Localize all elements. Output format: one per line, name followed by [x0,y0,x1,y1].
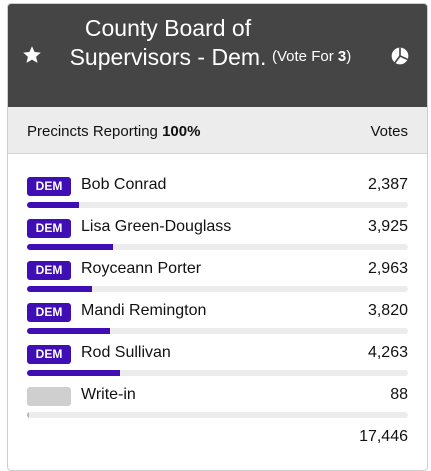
candidate-name: Mandi Remington [81,302,207,319]
vote-for-suffix: ) [346,48,352,65]
vote-count: 3,925 [367,218,408,235]
party-badge [27,387,71,406]
star-icon[interactable] [22,45,42,65]
candidate-row: DEM Mandi Remington 3,820 [8,280,427,334]
party-badge: DEM [27,261,71,280]
party-badge: DEM [27,303,71,322]
precincts-reporting: Precincts Reporting 100% [27,123,200,140]
candidate-row: DEM Bob Conrad 2,387 [8,154,427,208]
total-votes: 17,446 [359,428,408,445]
votes-column-header: Votes [370,123,408,140]
pie-chart-icon[interactable] [390,46,410,66]
party-badge: DEM [27,345,71,364]
precincts-label: Precincts Reporting [27,123,163,140]
write-in-row: Write-in 88 [8,364,427,418]
race-title: County Board of Supervisors - Dem. [69,15,267,70]
vote-for-prefix: (Vote For [272,48,338,65]
vote-share-fill [27,412,29,418]
candidate-name: Royceann Porter [81,260,202,277]
vote-for-count: 3 [337,48,347,65]
vote-for-label: (Vote For 3) [272,48,351,65]
candidate-name: Write-in [81,386,136,403]
vote-count: 2,387 [367,176,408,193]
candidate-row: DEM Royceann Porter 2,963 [8,238,427,292]
race-card: County Board of Supervisors - Dem. (Vote… [7,3,428,471]
candidate-name: Rod Sullivan [81,344,171,361]
race-header: County Board of Supervisors - Dem. (Vote… [8,4,427,107]
vote-share-bar [27,412,408,418]
candidate-row: DEM Lisa Green-Douglass 3,925 [8,196,427,250]
party-badge: DEM [27,177,71,196]
vote-count: 2,963 [367,260,408,277]
candidate-name: Lisa Green-Douglass [81,218,232,235]
candidate-row: DEM Rod Sullivan 4,263 [8,322,427,376]
candidate-name: Bob Conrad [81,176,167,193]
vote-count: 4,263 [367,344,408,361]
precincts-percent: 100% [162,123,201,140]
vote-count: 3,820 [367,302,408,319]
vote-count: 88 [390,386,408,403]
party-badge: DEM [27,219,71,238]
reporting-bar: Precincts Reporting 100% Votes [8,107,427,154]
